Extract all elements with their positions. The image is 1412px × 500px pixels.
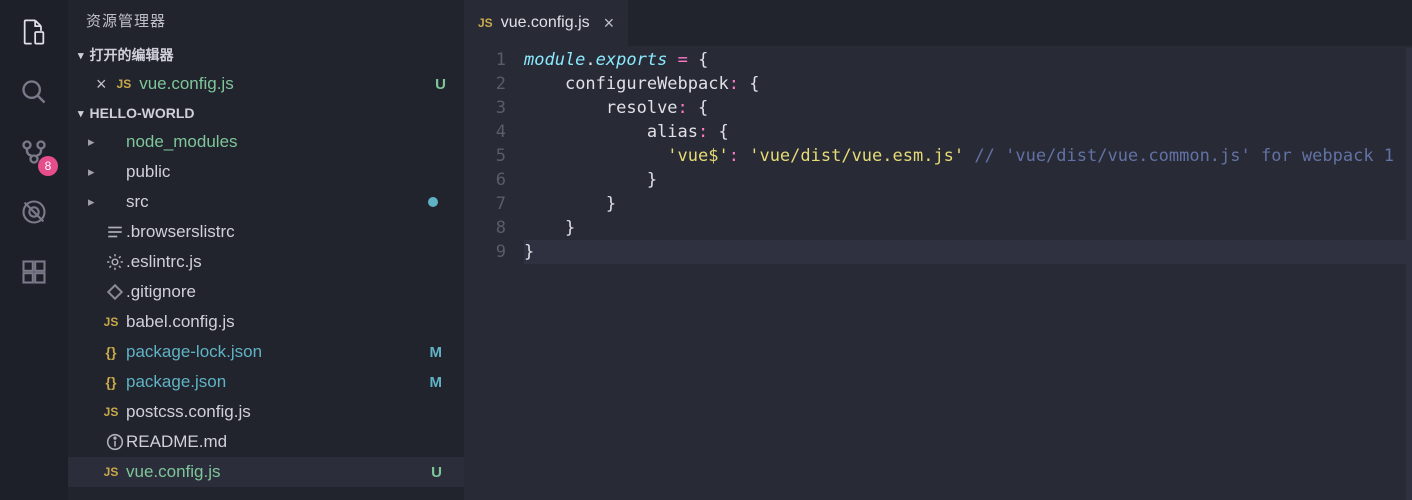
tree-item-label: .browserslistrc <box>126 222 450 242</box>
tree-item-label: src <box>126 192 428 212</box>
file-item[interactable]: {} package.json M <box>68 367 464 397</box>
code-line[interactable]: alias: { <box>524 120 1406 144</box>
git-status: M <box>430 374 443 391</box>
project-header[interactable]: ▾ HELLO-WORLD <box>68 99 464 127</box>
tree-item-label: .gitignore <box>126 282 450 302</box>
js-icon: JS <box>104 405 119 419</box>
chevron-down-icon: ▾ <box>78 49 84 62</box>
line-number: 2 <box>464 72 506 96</box>
file-item[interactable]: .gitignore <box>68 277 464 307</box>
folder-item[interactable]: ▸ public <box>68 157 464 187</box>
line-gutter: 123456789 <box>464 48 524 500</box>
file-item[interactable]: JS postcss.config.js <box>68 397 464 427</box>
file-item[interactable]: .eslintrc.js <box>68 247 464 277</box>
explorer-icon[interactable] <box>16 14 52 50</box>
code-line[interactable]: } <box>524 216 1406 240</box>
code-line[interactable]: module.exports = { <box>524 48 1406 72</box>
sidebar: 资源管理器 ▾ 打开的编辑器 × JS vue.config.js U ▾ HE… <box>68 0 464 500</box>
git-status: U <box>431 464 442 481</box>
open-editors-label: 打开的编辑器 <box>90 45 174 65</box>
search-icon[interactable] <box>16 74 52 110</box>
tree-item-label: node_modules <box>126 132 450 152</box>
code-line[interactable]: } <box>524 168 1406 192</box>
open-editor-item[interactable]: × JS vue.config.js U <box>68 69 464 99</box>
file-item[interactable]: .browserslistrc <box>68 217 464 247</box>
line-number: 4 <box>464 120 506 144</box>
tree-item-label: package.json <box>126 372 430 392</box>
tree-item-label: package-lock.json <box>126 342 430 362</box>
chevron-right-icon: ▸ <box>88 194 104 210</box>
project-label: HELLO-WORLD <box>90 105 195 121</box>
open-editors-header[interactable]: ▾ 打开的编辑器 <box>68 41 464 69</box>
info-icon <box>106 433 124 451</box>
debug-icon[interactable] <box>16 194 52 230</box>
scm-badge: 8 <box>38 156 58 176</box>
activity-bar: 8 <box>0 0 68 500</box>
code-line[interactable]: 'vue$': 'vue/dist/vue.esm.js' // 'vue/di… <box>524 144 1406 168</box>
minimap[interactable] <box>1406 48 1412 500</box>
code-lines[interactable]: module.exports = { configureWebpack: { r… <box>524 48 1406 500</box>
tree-item-label: vue.config.js <box>126 462 431 482</box>
source-control-icon[interactable]: 8 <box>16 134 52 170</box>
line-number: 8 <box>464 216 506 240</box>
js-icon: JS <box>104 465 119 479</box>
code-line[interactable]: configureWebpack: { <box>524 72 1406 96</box>
line-number: 3 <box>464 96 506 120</box>
close-icon[interactable]: × <box>604 13 615 34</box>
gear-icon <box>106 253 124 271</box>
diamond-icon <box>106 283 124 301</box>
tab-label: vue.config.js <box>501 14 590 32</box>
editor-area: JS vue.config.js × 123456789 module.expo… <box>464 0 1412 500</box>
json-icon: {} <box>106 344 117 360</box>
editor-tab[interactable]: JS vue.config.js × <box>464 0 628 46</box>
modified-dot-icon <box>428 197 438 207</box>
code-line[interactable]: resolve: { <box>524 96 1406 120</box>
code-line[interactable]: } <box>524 192 1406 216</box>
tree-item-label: public <box>126 162 450 182</box>
line-number: 7 <box>464 192 506 216</box>
js-icon: JS <box>478 16 493 30</box>
tree-item-label: README.md <box>126 432 450 452</box>
folder-item[interactable]: ▸ node_modules <box>68 127 464 157</box>
open-editor-filename: vue.config.js <box>139 74 435 94</box>
line-number: 9 <box>464 240 506 264</box>
file-item[interactable]: {} package-lock.json M <box>68 337 464 367</box>
js-icon: JS <box>104 315 119 329</box>
sidebar-title: 资源管理器 <box>68 0 464 41</box>
file-icon <box>106 223 124 241</box>
tree-item-label: .eslintrc.js <box>126 252 450 272</box>
close-icon[interactable]: × <box>96 74 107 95</box>
tabs-row: JS vue.config.js × <box>464 0 1412 46</box>
folder-item[interactable]: ▸ src <box>68 187 464 217</box>
chevron-right-icon: ▸ <box>88 164 104 180</box>
file-item[interactable]: JS vue.config.js U <box>68 457 464 487</box>
tree-item-label: babel.config.js <box>126 312 450 332</box>
json-icon: {} <box>106 374 117 390</box>
line-number: 1 <box>464 48 506 72</box>
code-line[interactable]: } <box>524 240 1406 264</box>
code-editor[interactable]: 123456789 module.exports = { configureWe… <box>464 46 1412 500</box>
line-number: 6 <box>464 168 506 192</box>
file-item[interactable]: JS babel.config.js <box>68 307 464 337</box>
line-number: 5 <box>464 144 506 168</box>
git-status: M <box>430 344 443 361</box>
tree-item-label: postcss.config.js <box>126 402 450 422</box>
git-status: U <box>435 76 446 93</box>
file-item[interactable]: README.md <box>68 427 464 457</box>
chevron-right-icon: ▸ <box>88 134 104 150</box>
js-icon: JS <box>117 77 132 91</box>
extensions-icon[interactable] <box>16 254 52 290</box>
chevron-down-icon: ▾ <box>78 107 84 120</box>
